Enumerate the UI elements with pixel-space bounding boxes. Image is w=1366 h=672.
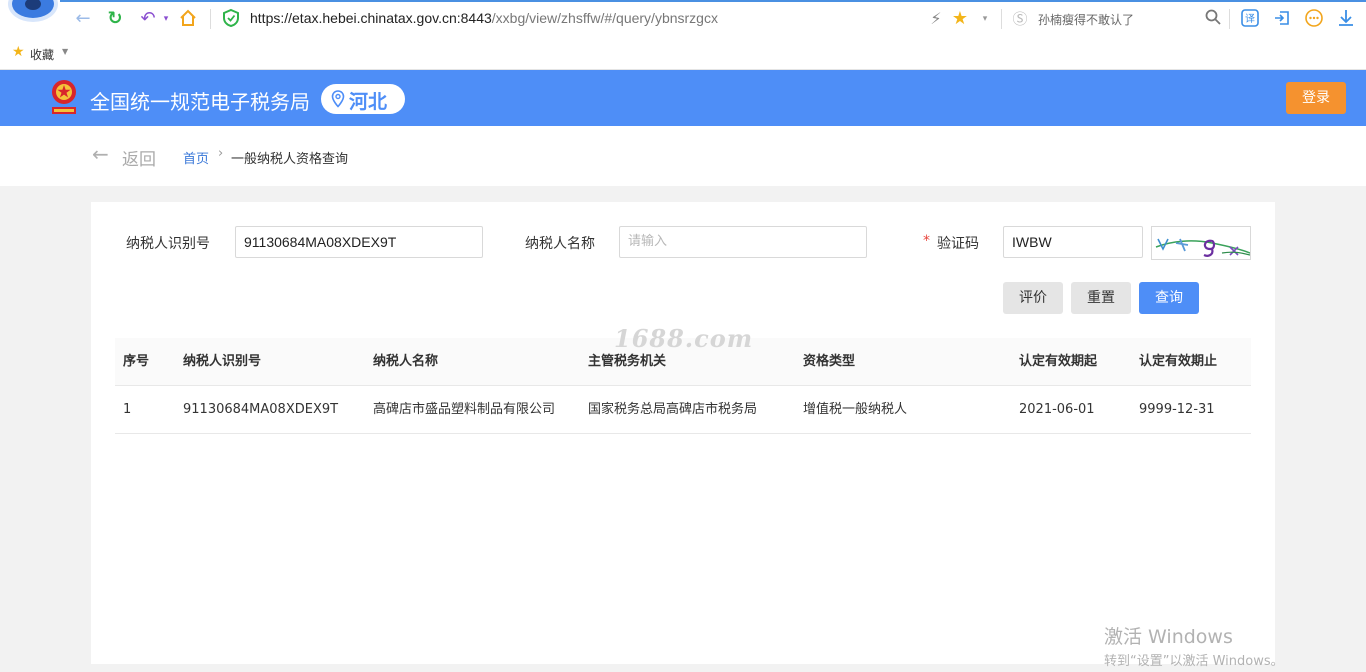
query-button[interactable]: 查询 [1139,282,1199,314]
breadcrumb: ← 返回 首页 › 一般纳税人资格查询 [0,126,1366,186]
bookmark-favorites[interactable]: 收藏 [30,46,54,63]
lightning-icon[interactable]: ⚡ [925,8,947,30]
col-header-valid-to: 认定有效期止 [1139,354,1218,369]
back-arrow-icon[interactable]: ← [92,144,109,164]
table-row[interactable]: 1 91130684MA08XDEX9T 高碑店市盛品塑料制品有限公司 国家税务… [115,386,1251,434]
cell-tax-authority: 国家税务总局高碑店市税务局 [588,402,758,417]
download-icon[interactable] [1335,8,1357,30]
taxpayer-name-label: 纳税人名称 [525,236,595,252]
col-header-qualification-type: 资格类型 [803,354,856,369]
toolbar-divider [1001,9,1002,29]
cell-taxpayer-name: 高碑店市盛品塑料制品有限公司 [373,402,556,417]
breadcrumb-separator: › [218,146,224,161]
more-icon[interactable] [1303,8,1325,30]
col-header-taxpayer-id: 纳税人识别号 [183,354,262,369]
captcha-image[interactable] [1151,226,1251,260]
required-marker: * [923,233,930,249]
col-header-taxpayer-name: 纳税人名称 [373,354,439,369]
taxpayer-name-input[interactable]: 请输入 [619,226,867,258]
refresh-icon[interactable]: ↻ [104,8,126,30]
site-header: 全国统一规范电子税务局 河北 登录 [0,70,1366,126]
search-icon[interactable] [1202,8,1224,30]
taxpayer-id-label: 纳税人识别号 [126,236,210,252]
search-suggestion[interactable]: 孙楠瘦得不敢认了 [1038,11,1134,28]
back-button[interactable]: 返回 [122,145,156,170]
cell-taxpayer-id: 91130684MA08XDEX9T [183,402,339,417]
address-bar[interactable]: https://etax.hebei.chinatax.gov.cn:8443/… [250,10,718,26]
cell-qualification-type: 增值税一般纳税人 [803,402,908,417]
loading-line [60,0,1366,2]
star-icon[interactable]: ★ [949,8,971,30]
url-host: https://etax.hebei.chinatax.gov.cn:8443 [250,10,492,26]
col-header-index: 序号 [123,354,150,369]
breadcrumb-current: 一般纳税人资格查询 [231,152,349,167]
cell-index: 1 [123,402,132,417]
toolbar-divider [1229,9,1230,29]
home-icon[interactable] [177,8,199,30]
shield-icon[interactable] [220,8,242,30]
login-button[interactable]: 登录 [1286,82,1346,114]
search-engine-icon[interactable]: Ⓢ [1009,8,1031,30]
reset-button[interactable]: 重置 [1071,282,1131,314]
site-title: 全国统一规范电子税务局 [90,90,310,114]
query-card: 纳税人识别号 91130684MA08XDEX9T 纳税人名称 请输入 * 验证… [91,202,1275,664]
browser-logo-icon[interactable] [8,0,58,22]
toolbar-divider [210,9,211,29]
translate-icon[interactable]: 译 [1239,8,1261,30]
watermark: 1688.com [614,324,754,353]
captcha-label: 验证码 [937,236,979,252]
star-dropdown-icon[interactable]: ▾ [974,8,996,30]
national-emblem-icon [48,78,80,118]
bookmark-star-icon[interactable]: ★ [12,44,25,60]
captcha-input[interactable]: IWBW [1003,226,1143,258]
region-name: 河北 [349,91,388,113]
browser-toolbar: ← ↻ ↶ ▾ https://etax.hebei.chinatax.gov.… [0,0,1366,38]
breadcrumb-home-link[interactable]: 首页 [183,148,209,167]
windows-activation-subtitle: 转到“设置”以激活 Windows。 [1104,654,1284,669]
bookmark-bar: ★ 收藏 ▼ [0,38,1366,70]
back-arrow-icon[interactable]: ← [72,8,94,30]
col-header-valid-from: 认定有效期起 [1019,354,1098,369]
sidebar-icon[interactable] [1271,8,1293,30]
svg-text:译: 译 [1245,13,1255,25]
location-pin-icon [331,90,345,108]
url-path: /xxbg/view/zhsffw/#/query/ybnsrzgcx [491,10,718,26]
taxpayer-id-input[interactable]: 91130684MA08XDEX9T [235,226,483,258]
cell-valid-to: 9999-12-31 [1139,402,1215,417]
bookmark-dropdown-icon[interactable]: ▼ [62,47,68,56]
evaluate-button[interactable]: 评价 [1003,282,1063,314]
windows-activation-title: 激活 Windows [1104,626,1233,648]
region-selector[interactable]: 河北 [321,84,405,114]
cell-valid-from: 2021-06-01 [1019,402,1095,417]
undo-dropdown-icon[interactable]: ▾ [155,8,177,30]
